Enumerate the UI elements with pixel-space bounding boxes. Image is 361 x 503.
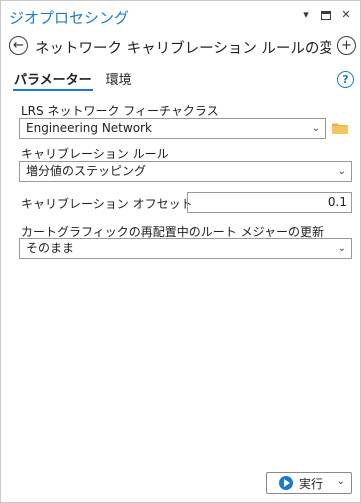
- run-label: 実行: [299, 476, 324, 491]
- maximize-icon[interactable]: [321, 10, 331, 20]
- network-value: Engineering Network: [26, 121, 152, 135]
- chevron-down-icon[interactable]: ⌄: [337, 476, 345, 487]
- help-icon[interactable]: ?: [337, 71, 354, 88]
- tool-header: ← ネットワーク キャリブレーション ルールの変更 (Mod... +: [1, 33, 360, 59]
- pane-titlebar: ジオプロセシング ▾ ✕: [1, 1, 360, 31]
- add-button[interactable]: +: [337, 36, 356, 55]
- tab-environments[interactable]: 環境: [105, 69, 133, 91]
- folder-icon[interactable]: [332, 122, 348, 134]
- back-button[interactable]: ←: [9, 36, 28, 55]
- chevron-down-icon: ⌄: [337, 166, 346, 177]
- rule-dropdown[interactable]: 増分値のステッピング ⌄: [19, 161, 352, 182]
- network-label: LRS ネットワーク フィーチャクラス: [21, 104, 219, 118]
- offset-label: キャリブレーション オフセット: [21, 197, 193, 211]
- pane-title: ジオプロセシング: [9, 9, 130, 27]
- chevron-down-icon: ⌄: [311, 123, 320, 134]
- realign-dropdown[interactable]: そのまま ⌄: [19, 238, 352, 259]
- tab-bar: パラメーター 環境: [13, 69, 133, 91]
- pane-menu-icon[interactable]: ▾: [300, 9, 312, 21]
- offset-input[interactable]: 0.1: [187, 192, 352, 213]
- play-icon: [279, 476, 293, 490]
- rule-label: キャリブレーション ルール: [21, 147, 169, 161]
- close-icon[interactable]: ✕: [340, 9, 352, 21]
- realign-value: そのまま: [26, 241, 75, 255]
- run-button[interactable]: 実行 ⌄: [266, 472, 352, 494]
- geoprocessing-pane: ジオプロセシング ▾ ✕ ← ネットワーク キャリブレーション ルールの変更 (…: [0, 0, 361, 503]
- plus-icon: +: [341, 38, 352, 53]
- chevron-down-icon: ⌄: [337, 243, 346, 254]
- tool-title: ネットワーク キャリブレーション ルールの変更 (Mod...: [35, 41, 331, 57]
- network-dropdown[interactable]: Engineering Network ⌄: [19, 118, 326, 139]
- tab-parameters[interactable]: パラメーター: [13, 69, 93, 91]
- arrow-left-icon: ←: [13, 38, 24, 53]
- rule-value: 増分値のステッピング: [26, 164, 147, 178]
- window-controls: ▾ ✕: [300, 9, 352, 21]
